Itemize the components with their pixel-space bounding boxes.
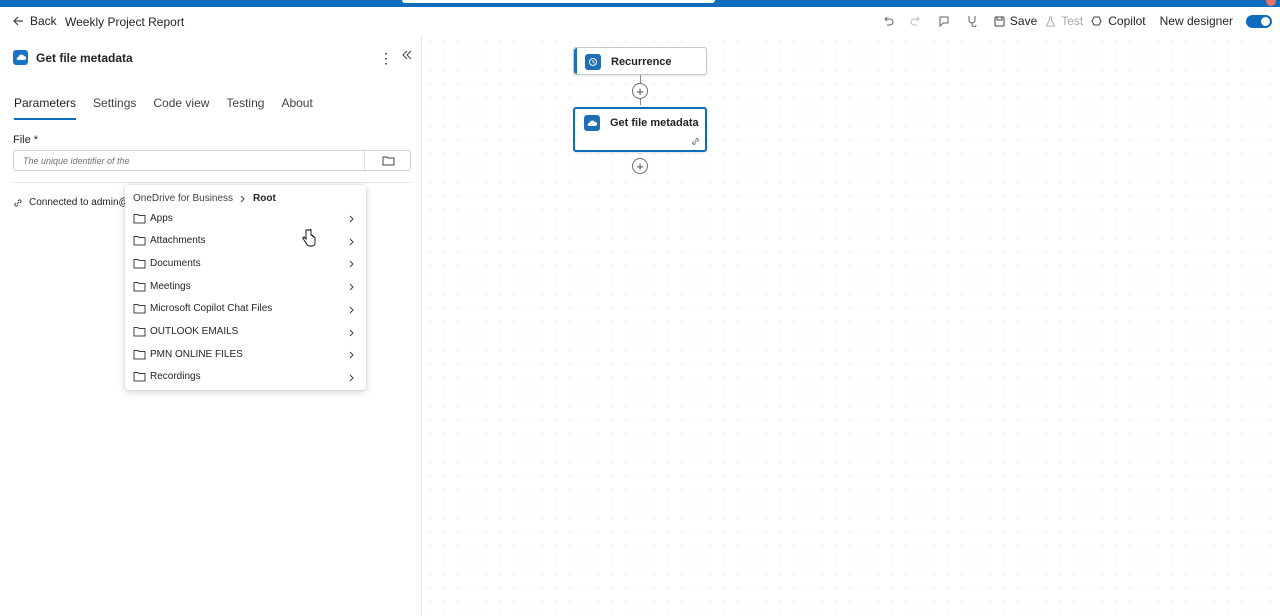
node-label: Get file metadata bbox=[610, 117, 699, 129]
tab-settings[interactable]: Settings bbox=[93, 96, 136, 120]
breadcrumb-onedrive[interactable]: OneDrive for Business bbox=[133, 193, 233, 204]
chevron-right-icon[interactable] bbox=[349, 371, 355, 385]
add-step-button[interactable]: + bbox=[632, 83, 648, 99]
folder-picker-dropdown: OneDrive for Business Root Apps Attachmen… bbox=[125, 185, 366, 390]
chevron-right-icon[interactable] bbox=[349, 257, 355, 271]
chevron-right-icon bbox=[240, 195, 245, 202]
undo-button[interactable] bbox=[874, 15, 902, 27]
clock-icon bbox=[585, 54, 601, 70]
tab-parameters[interactable]: Parameters bbox=[14, 96, 77, 120]
new-designer-control: New designer bbox=[1160, 14, 1272, 28]
folder-name: Attachments bbox=[150, 235, 206, 247]
folder-name: Documents bbox=[150, 257, 201, 269]
more-options-icon[interactable]: ⋮ bbox=[379, 50, 393, 67]
mouse-cursor bbox=[302, 229, 316, 247]
folder-item[interactable]: PMN ONLINE FILES bbox=[125, 343, 366, 365]
folder-item[interactable]: Recordings bbox=[125, 366, 366, 388]
tab-code-view[interactable]: Code view bbox=[153, 96, 209, 120]
get-file-metadata-node[interactable]: Get file metadata bbox=[573, 107, 707, 152]
folder-item[interactable]: Apps bbox=[125, 207, 366, 229]
comment-icon bbox=[939, 16, 949, 27]
folder-item[interactable]: Documents bbox=[125, 252, 366, 274]
new-designer-label: New designer bbox=[1159, 14, 1233, 28]
folder-icon bbox=[133, 213, 146, 224]
flow-canvas[interactable]: Recurrence + Get file metadata + bbox=[423, 35, 1280, 616]
chevron-right-icon[interactable] bbox=[349, 303, 355, 317]
add-step-button[interactable]: + bbox=[632, 158, 648, 174]
onedrive-icon bbox=[13, 50, 28, 65]
folder-name: Microsoft Copilot Chat Files bbox=[150, 303, 273, 315]
link-icon bbox=[14, 198, 22, 207]
connected-text: Connected to admin@p bbox=[29, 197, 135, 208]
folder-icon bbox=[133, 326, 146, 337]
panel-title: Get file metadata bbox=[36, 50, 133, 65]
toolbar: Save Test Copilot New designer bbox=[874, 11, 1272, 31]
connection-info: Connected to admin@p bbox=[13, 197, 134, 208]
chevron-right-icon[interactable] bbox=[349, 212, 355, 226]
folder-item[interactable]: Meetings bbox=[125, 275, 366, 297]
top-accent-bar bbox=[0, 0, 1280, 7]
redo-button[interactable] bbox=[902, 15, 930, 27]
flow-checker-button[interactable] bbox=[958, 15, 986, 27]
chevron-right-icon[interactable] bbox=[349, 235, 355, 249]
breadcrumb: OneDrive for Business Root bbox=[133, 193, 276, 204]
file-input[interactable]: The unique identifier of the bbox=[13, 150, 411, 171]
flask-icon bbox=[1045, 16, 1056, 26]
folder-icon bbox=[133, 371, 146, 382]
save-icon bbox=[994, 16, 1005, 26]
copilot-label: Copilot bbox=[1108, 14, 1146, 28]
folder-name: Apps bbox=[150, 212, 173, 224]
comment-button[interactable] bbox=[930, 15, 958, 27]
back-label: Back bbox=[30, 14, 57, 28]
divider bbox=[13, 182, 411, 183]
folder-name: OUTLOOK EMAILS bbox=[150, 326, 239, 337]
profile-dot bbox=[1266, 0, 1276, 6]
stethoscope-icon bbox=[968, 16, 977, 27]
folder-icon bbox=[133, 235, 146, 246]
search-pill bbox=[402, 0, 715, 3]
link-icon bbox=[692, 138, 699, 145]
test-button[interactable]: Test bbox=[1045, 14, 1083, 28]
arrow-left-icon bbox=[13, 16, 23, 26]
folder-item[interactable]: OUTLOOK EMAILS bbox=[125, 321, 366, 343]
save-button[interactable]: Save bbox=[994, 14, 1037, 28]
tab-about[interactable]: About bbox=[281, 96, 312, 120]
test-label: Test bbox=[1061, 14, 1084, 28]
new-designer-toggle[interactable] bbox=[1246, 14, 1272, 28]
file-field-label: File * bbox=[13, 134, 39, 146]
folder-item[interactable]: Attachments bbox=[125, 230, 366, 252]
folder-name: PMN ONLINE FILES bbox=[150, 348, 243, 360]
folder-icon bbox=[133, 281, 146, 292]
panel-tabs: Parameters Settings Code view Testing Ab… bbox=[14, 96, 330, 120]
folder-icon bbox=[382, 156, 394, 166]
onedrive-icon bbox=[584, 115, 600, 131]
panel-header: Get file metadata bbox=[13, 50, 133, 65]
save-label: Save bbox=[1009, 14, 1038, 28]
back-button[interactable]: Back bbox=[12, 14, 57, 28]
flow-name: Weekly Project Report bbox=[65, 15, 185, 29]
browse-folder-button[interactable] bbox=[364, 149, 411, 172]
tab-testing[interactable]: Testing bbox=[226, 96, 264, 120]
recurrence-node[interactable]: Recurrence bbox=[573, 47, 707, 75]
action-details-panel: Get file metadata ⋮ Parameters Settings … bbox=[0, 35, 422, 616]
chevron-right-icon[interactable] bbox=[349, 348, 355, 362]
node-accent bbox=[574, 48, 577, 74]
designer-header: Back Weekly Project Report Save Test Cop… bbox=[0, 7, 1280, 35]
collapse-panel-icon[interactable] bbox=[402, 49, 412, 63]
undo-icon bbox=[884, 16, 894, 26]
chevron-right-icon[interactable] bbox=[349, 326, 355, 340]
node-label: Recurrence bbox=[611, 56, 672, 68]
folder-name: Recordings bbox=[150, 371, 201, 383]
copilot-button[interactable]: Copilot bbox=[1091, 14, 1146, 28]
folder-icon bbox=[133, 258, 146, 269]
chevron-right-icon[interactable] bbox=[349, 280, 355, 294]
redo-icon bbox=[910, 16, 920, 26]
copilot-icon bbox=[1091, 16, 1102, 26]
folder-icon bbox=[133, 303, 146, 314]
folder-item[interactable]: Microsoft Copilot Chat Files bbox=[125, 298, 366, 320]
folder-icon bbox=[133, 349, 146, 360]
folder-name: Meetings bbox=[150, 280, 191, 292]
breadcrumb-root: Root bbox=[253, 193, 276, 204]
